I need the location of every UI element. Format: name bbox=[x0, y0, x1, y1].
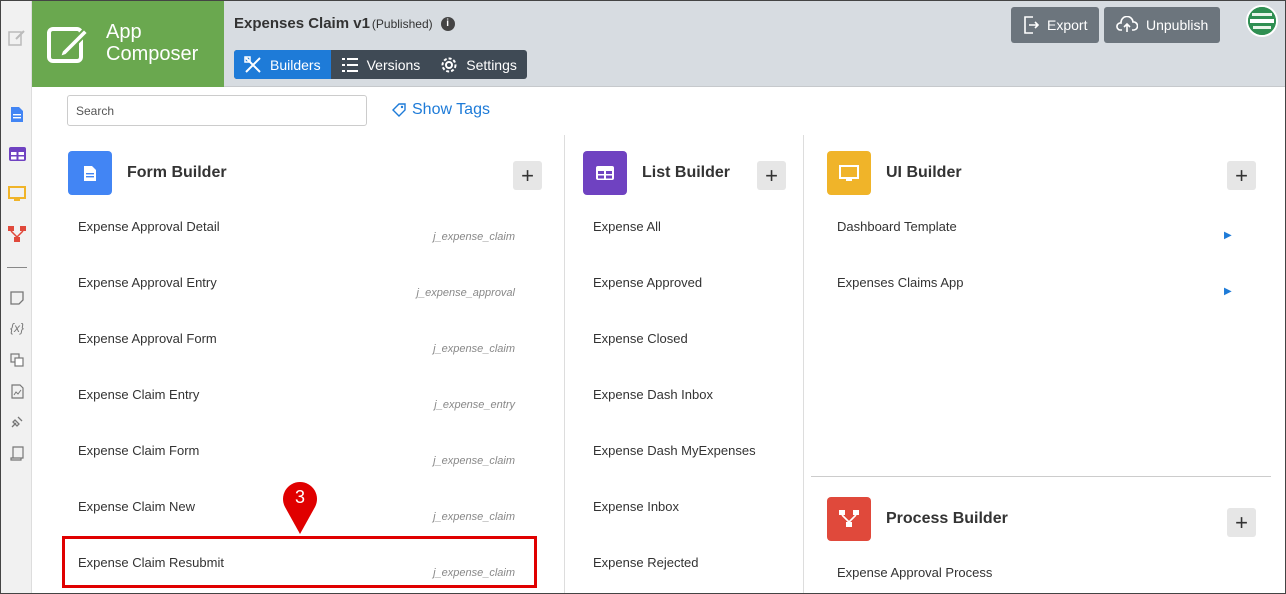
ui-item[interactable]: Expenses Claims App bbox=[837, 275, 963, 290]
form-builder-section-icon bbox=[68, 151, 112, 195]
form-item[interactable]: Expense Claim Entry bbox=[78, 387, 199, 402]
logo-line-2: Composer bbox=[106, 43, 199, 65]
app-frame: {x} App Composer Expenses Claim v1 (Publ… bbox=[0, 0, 1286, 594]
form-item[interactable]: Expense Claim New bbox=[78, 499, 195, 514]
add-process-button[interactable]: + bbox=[1227, 508, 1256, 537]
step-marker: 3 bbox=[283, 482, 317, 534]
form-item[interactable]: Expense Approval Entry bbox=[78, 275, 217, 290]
report-icon[interactable] bbox=[8, 382, 26, 400]
export-icon bbox=[1024, 16, 1039, 34]
plugin-icon[interactable] bbox=[8, 413, 26, 431]
list-builder-section-icon bbox=[583, 151, 627, 195]
ui-process-divider bbox=[811, 476, 1271, 477]
form-item-tag: j_expense_claim bbox=[433, 511, 515, 523]
list-item[interactable]: Expense Dash MyExpenses bbox=[593, 443, 756, 458]
process-builder-section-icon bbox=[827, 497, 871, 541]
form-builder-icon[interactable] bbox=[8, 105, 26, 123]
add-list-button[interactable]: + bbox=[757, 161, 786, 190]
ui-builder-section-icon bbox=[827, 151, 871, 195]
edit-icon[interactable] bbox=[8, 29, 26, 47]
form-item-tag: j_expense_claim bbox=[433, 455, 515, 467]
list-item[interactable]: Expense Inbox bbox=[593, 499, 679, 514]
variables-icon[interactable]: {x} bbox=[8, 319, 26, 337]
ui-builder-title: UI Builder bbox=[886, 164, 962, 181]
app-composer-logo[interactable]: App Composer bbox=[32, 1, 224, 87]
add-form-button[interactable]: + bbox=[513, 161, 542, 190]
translate-icon[interactable] bbox=[8, 351, 26, 369]
column-divider-1 bbox=[564, 135, 565, 593]
form-builder-title: Form Builder bbox=[127, 164, 227, 181]
gear-icon bbox=[441, 57, 457, 72]
ui-item[interactable]: Dashboard Template bbox=[837, 219, 957, 234]
tab-versions[interactable]: Versions bbox=[331, 50, 431, 79]
unpublish-label: Unpublish bbox=[1146, 17, 1209, 33]
tab-builders-label: Builders bbox=[270, 56, 321, 73]
highlight-box bbox=[62, 536, 537, 588]
show-tags-link[interactable]: Show Tags bbox=[392, 101, 490, 119]
form-item-tag: j_expense_entry bbox=[434, 399, 515, 411]
play-icon[interactable]: ▶ bbox=[1224, 286, 1232, 297]
builder-tabs: Builders Versions Settings bbox=[234, 50, 527, 79]
process-item[interactable]: Expense Approval Process bbox=[837, 565, 992, 580]
logo-line-1: App bbox=[106, 21, 142, 43]
show-tags-label: Show Tags bbox=[412, 101, 490, 118]
process-builder-title: Process Builder bbox=[886, 510, 1008, 527]
scroll-icon[interactable] bbox=[8, 444, 26, 462]
app-composer-icon bbox=[46, 23, 90, 67]
rail-divider bbox=[7, 267, 27, 268]
builders-icon bbox=[244, 55, 261, 73]
note-icon[interactable] bbox=[8, 289, 26, 307]
list-item[interactable]: Expense Closed bbox=[593, 331, 688, 346]
info-icon[interactable]: i bbox=[440, 16, 455, 31]
form-item-tag: j_expense_claim bbox=[433, 231, 515, 243]
form-item-tag: j_expense_claim bbox=[433, 343, 515, 355]
left-rail: {x} bbox=[1, 1, 32, 593]
tab-builders[interactable]: Builders bbox=[234, 50, 331, 79]
form-item[interactable]: Expense Approval Form bbox=[78, 331, 217, 346]
form-item[interactable]: Expense Claim Form bbox=[78, 443, 199, 458]
unpublish-button[interactable]: Unpublish bbox=[1104, 7, 1221, 43]
list-icon bbox=[341, 57, 358, 72]
export-label: Export bbox=[1047, 17, 1088, 33]
list-item[interactable]: Expense Rejected bbox=[593, 555, 699, 570]
tab-settings[interactable]: Settings bbox=[430, 50, 527, 79]
app-header: App Composer Expenses Claim v1 (Publishe… bbox=[32, 1, 1285, 87]
list-item[interactable]: Expense All bbox=[593, 219, 661, 234]
cloud-upload-icon bbox=[1116, 16, 1138, 32]
form-item[interactable]: Expense Approval Detail bbox=[78, 219, 220, 234]
publish-status: (Published) bbox=[371, 16, 433, 31]
tag-icon bbox=[392, 103, 406, 117]
list-item[interactable]: Expense Approved bbox=[593, 275, 702, 290]
tab-versions-label: Versions bbox=[366, 56, 421, 73]
step-marker-number: 3 bbox=[295, 487, 305, 507]
tab-settings-label: Settings bbox=[466, 56, 517, 73]
list-builder-icon[interactable] bbox=[8, 145, 26, 163]
user-avatar[interactable] bbox=[1246, 5, 1278, 37]
form-item-tag: j_expense_approval bbox=[416, 287, 515, 299]
add-ui-button[interactable]: + bbox=[1227, 161, 1256, 190]
search-input[interactable] bbox=[67, 95, 367, 126]
app-name: Expenses Claim v1 bbox=[234, 15, 370, 32]
app-title: Expenses Claim v1 (Published) i bbox=[234, 15, 455, 32]
export-button[interactable]: Export bbox=[1011, 7, 1100, 43]
list-item[interactable]: Expense Dash Inbox bbox=[593, 387, 713, 402]
process-builder-icon[interactable] bbox=[8, 225, 26, 243]
column-divider-2 bbox=[803, 135, 804, 593]
list-builder-title: List Builder bbox=[642, 164, 731, 181]
play-icon[interactable]: ▶ bbox=[1224, 230, 1232, 241]
ui-builder-icon[interactable] bbox=[8, 185, 26, 203]
